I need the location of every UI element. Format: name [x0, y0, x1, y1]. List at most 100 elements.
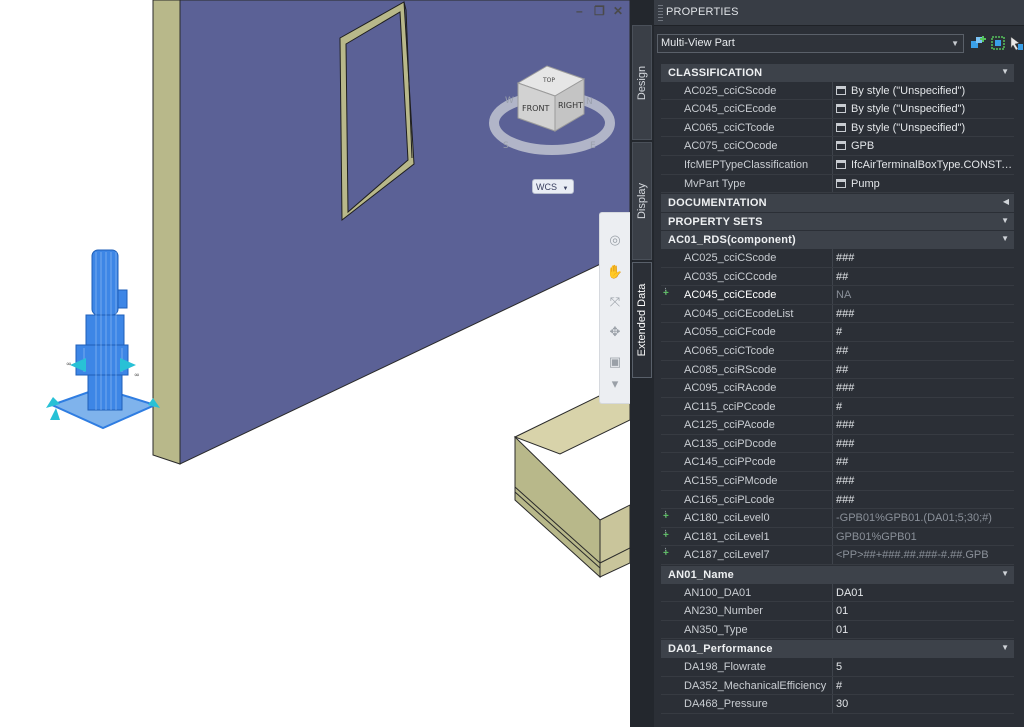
property-row[interactable]: ⋮ + AC180_cciLevel0 -GPB01%GPB01.(DA01;5;30…	[661, 509, 1016, 528]
property-row[interactable]: AC045_cciCEcode By style ("Unspecified")	[661, 100, 1016, 119]
property-value[interactable]: ###	[836, 419, 1014, 431]
property-row[interactable]: ⋮ + AC045_cciCEcode NA	[661, 286, 1016, 305]
palette-scrollbar[interactable]	[1014, 63, 1022, 723]
collapse-icon[interactable]: ▼	[1001, 569, 1009, 578]
add-override-icon[interactable]: ⋮ +	[662, 530, 669, 541]
property-row[interactable]: AC135_cciPDcode ###	[661, 434, 1016, 454]
category-classification[interactable]: CLASSIFICATION ▼	[661, 63, 1016, 82]
property-value[interactable]: #	[836, 680, 1014, 692]
quick-select-icon[interactable]	[970, 35, 986, 51]
zoom-icon[interactable]: ⤧	[605, 293, 625, 311]
property-value[interactable]: By style ("Unspecified")	[836, 122, 1014, 134]
property-row[interactable]: AC115_cciPCcode #	[661, 397, 1016, 417]
wall-side-face[interactable]	[152, 0, 181, 465]
toggle-pickadd-icon[interactable]	[1008, 35, 1024, 51]
model-viewport[interactable]: ∞ ∞ TOP FRONT RIGHT N S E W WCS ▼ – ❐ ✕ …	[0, 0, 630, 727]
property-value[interactable]: NA	[836, 289, 1014, 301]
viewport-restore-button[interactable]: ❐	[594, 4, 605, 18]
category-property-sets[interactable]: PROPERTY SETS ▼	[661, 211, 1016, 231]
ucs-menu-button[interactable]: WCS ▼	[532, 179, 574, 194]
property-row[interactable]: DA198_Flowrate 5	[661, 658, 1016, 677]
property-value[interactable]: DA01	[836, 587, 1014, 599]
showmotion-icon[interactable]: ▣	[605, 353, 625, 371]
property-value[interactable]: ###	[836, 494, 1014, 506]
property-row[interactable]: AC085_cciRScode ##	[661, 360, 1016, 380]
property-row[interactable]: AC045_cciCEcodeList ###	[661, 304, 1016, 324]
property-row[interactable]: AC095_cciRAcode ###	[661, 379, 1016, 398]
add-override-icon[interactable]: ⋮ +	[662, 548, 669, 559]
object-type-dropdown[interactable]: Multi-View Part ▼	[657, 34, 964, 53]
property-value[interactable]: By style ("Unspecified")	[836, 103, 1014, 115]
compass-south[interactable]: S	[503, 141, 509, 151]
add-override-icon[interactable]: ⋮ +	[662, 288, 669, 299]
property-value[interactable]: 01	[836, 605, 1014, 617]
property-row[interactable]: AC125_cciPAcode ###	[661, 416, 1016, 435]
property-value[interactable]: GPB	[836, 140, 1014, 152]
compass-east[interactable]: E	[590, 141, 596, 151]
property-value[interactable]: 5	[836, 661, 1014, 673]
compass-north[interactable]: N	[586, 97, 593, 107]
property-value[interactable]: ##	[836, 456, 1014, 468]
collapse-icon[interactable]: ▼	[1001, 234, 1009, 243]
selected-pump[interactable]: ∞ ∞	[46, 249, 160, 430]
block-front-right[interactable]	[599, 504, 630, 578]
property-row[interactable]: AN350_Type 01	[661, 620, 1016, 640]
property-value[interactable]: ###	[836, 252, 1014, 264]
viewport-minimize-button[interactable]: –	[576, 4, 583, 18]
property-row[interactable]: AC165_cciPLcode ###	[661, 490, 1016, 510]
palette-title-bar[interactable]: PROPERTIES	[654, 0, 1024, 26]
property-row[interactable]: AC055_cciCFcode #	[661, 323, 1016, 342]
property-row[interactable]: AC075_cciCOcode GPB	[661, 137, 1016, 156]
property-value[interactable]: ###	[836, 438, 1014, 450]
property-value[interactable]: <PP>##+###.##.###-#.##.GPB	[836, 549, 1014, 561]
steering-wheel-icon[interactable]: ◎	[605, 231, 625, 249]
properties-grid[interactable]: CLASSIFICATION ▼ AC025_cciCScode By style…	[661, 63, 1016, 714]
property-row[interactable]: AC145_cciPPcode ##	[661, 453, 1016, 473]
property-row[interactable]: AC065_cciCTcode By style ("Unspecified")	[661, 118, 1016, 138]
category-da01-performance[interactable]: DA01_Performance ▼	[661, 639, 1016, 658]
property-row[interactable]: IfcMEPTypeClassification IfcAirTerminalBo…	[661, 155, 1016, 175]
model-canvas[interactable]: ∞ ∞ TOP FRONT RIGHT N S E W	[0, 0, 630, 727]
tab-design[interactable]: Design	[632, 25, 652, 140]
navigation-bar[interactable]: ◎ ✋ ⤧ ✥ ▣ ▾	[599, 212, 630, 404]
property-value[interactable]: -GPB01%GPB01.(DA01;5;30;#)	[836, 512, 1014, 524]
property-row[interactable]: MvPart Type Pump	[661, 174, 1016, 194]
category-an01-name[interactable]: AN01_Name ▼	[661, 565, 1016, 584]
property-row[interactable]: AC155_cciPMcode ###	[661, 472, 1016, 491]
property-value[interactable]: ##	[836, 364, 1014, 376]
property-value[interactable]: Pump	[836, 178, 1014, 190]
property-value[interactable]: #	[836, 326, 1014, 338]
property-row[interactable]: AC025_cciCScode ###	[661, 248, 1016, 268]
property-row[interactable]: ⋮ + AC181_cciLevel1 GPB01%GPB01	[661, 527, 1016, 547]
property-row[interactable]: DA468_Pressure 30	[661, 695, 1016, 714]
property-value[interactable]: ##	[836, 345, 1014, 357]
tab-display[interactable]: Display	[632, 142, 652, 260]
navbar-menu-icon[interactable]: ▾	[605, 375, 625, 393]
property-row[interactable]: AC035_cciCCcode ##	[661, 267, 1016, 287]
property-value[interactable]: ###	[836, 382, 1014, 394]
compass-west[interactable]: W	[505, 96, 514, 106]
property-value[interactable]: GPB01%GPB01	[836, 531, 1014, 543]
orbit-icon[interactable]: ✥	[605, 323, 625, 341]
select-objects-icon[interactable]	[990, 35, 1006, 51]
property-row[interactable]: DA352_MechanicalEfficiency #	[661, 676, 1016, 696]
property-value[interactable]: ###	[836, 308, 1014, 320]
category-documentation[interactable]: DOCUMENTATION ◀	[661, 193, 1016, 212]
property-value[interactable]: 01	[836, 624, 1014, 636]
property-row[interactable]: ⋮ + AC187_cciLevel7 <PP>##+###.##.###-#.##.…	[661, 546, 1016, 566]
category-ac01-rds-component[interactable]: AC01_RDS(component) ▼	[661, 230, 1016, 249]
palette-grip-icon[interactable]	[658, 5, 663, 21]
collapse-icon[interactable]: ▼	[1001, 216, 1009, 225]
property-row[interactable]: AC065_cciCTcode ##	[661, 341, 1016, 361]
property-value[interactable]: IfcAirTerminalBoxType.CONSTANTFLOW	[836, 159, 1014, 171]
expand-icon[interactable]: ◀	[1003, 197, 1009, 206]
property-row[interactable]: AC025_cciCScode By style ("Unspecified")	[661, 81, 1016, 101]
properties-palette[interactable]: Design Display Extended Data PROPERTIES …	[630, 0, 1024, 727]
viewport-close-button[interactable]: ✕	[613, 4, 623, 18]
property-row[interactable]: AN230_Number 01	[661, 602, 1016, 621]
add-override-icon[interactable]: ⋮ +	[662, 511, 669, 522]
property-value[interactable]: #	[836, 401, 1014, 413]
tab-extended-data[interactable]: Extended Data	[632, 262, 652, 378]
property-value[interactable]: ###	[836, 475, 1014, 487]
property-row[interactable]: AN100_DA01 DA01	[661, 583, 1016, 603]
